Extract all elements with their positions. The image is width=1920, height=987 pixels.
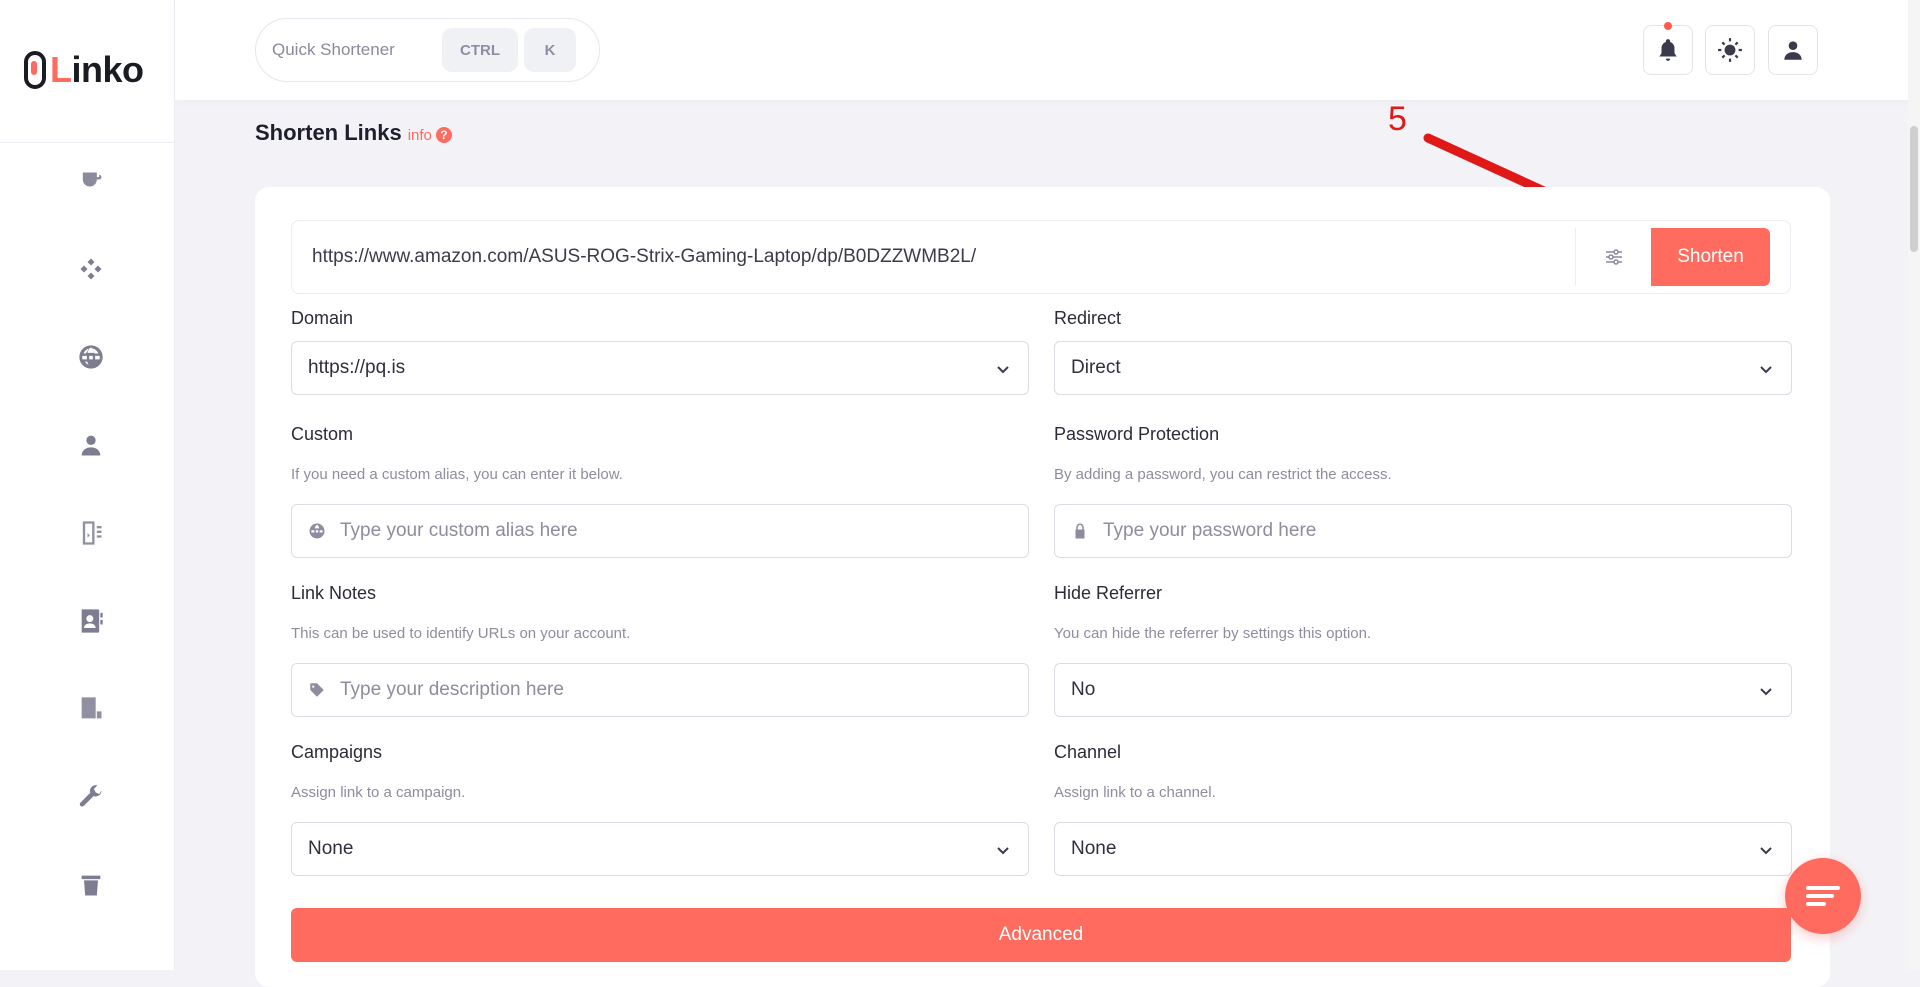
campaigns-label: Campaigns [291, 742, 383, 762]
redirect-select[interactable]: Direct [1054, 341, 1792, 395]
notes-placeholder: Type your description here [340, 679, 564, 700]
profile-button[interactable] [1768, 25, 1818, 75]
notes-label: Link Notes [291, 583, 377, 603]
notifications-button[interactable] [1643, 22, 1693, 75]
chevron-down-icon [997, 366, 1009, 374]
shorten-button[interactable]: Shorten [1651, 228, 1770, 286]
theme-toggle-button[interactable] [1705, 25, 1755, 75]
info-link[interactable]: info ? [408, 127, 452, 144]
url-input[interactable]: https://www.amazon.com/ASUS-ROG-Strix-Ga… [292, 246, 1575, 268]
referrer-label: Hide Referrer [1054, 583, 1163, 603]
notes-input[interactable]: Type your description here [291, 663, 1029, 717]
custom-label: Custom [291, 424, 354, 444]
page-title: Shorten Links info ? [255, 120, 452, 146]
domain-select[interactable]: https://pq.is [291, 341, 1029, 395]
bell-icon [1659, 39, 1677, 61]
sidebar-item-tools[interactable] [74, 780, 108, 814]
sidebar-item-report[interactable] [74, 516, 108, 550]
sidebar-item-globe[interactable] [74, 340, 108, 374]
logo-mark-icon [24, 51, 46, 89]
sidebar: Linko [0, 0, 175, 970]
user-icon [1784, 41, 1802, 60]
logo[interactable]: Linko [24, 48, 144, 92]
domain-value: https://pq.is [308, 357, 406, 378]
channel-select[interactable]: None [1054, 822, 1792, 876]
chevron-down-icon [997, 847, 1009, 855]
logo-text: Linko [50, 49, 144, 90]
annotation-step-number: 5 [1388, 100, 1407, 138]
chevron-down-icon [1760, 688, 1772, 696]
campaigns-value: None [308, 838, 354, 859]
sidebar-divider [0, 142, 175, 143]
password-placeholder: Type your password here [1103, 520, 1317, 541]
info-label: info [407, 126, 432, 144]
receipt-icon [81, 697, 102, 719]
tag-icon [310, 683, 324, 697]
channel-value: None [1071, 838, 1117, 859]
page-title-text: Shorten Links [255, 120, 402, 145]
user-icon [81, 435, 101, 456]
globe-icon [79, 345, 103, 369]
sidebar-item-user[interactable] [74, 428, 108, 462]
campaigns-help: Assign link to a campaign. [291, 784, 466, 801]
sidebar-item-trash[interactable] [74, 868, 108, 902]
globe-icon [309, 523, 325, 539]
domain-label: Domain [291, 308, 354, 328]
shorten-card: https://www.amazon.com/ASUS-ROG-Strix-Ga… [255, 187, 1830, 987]
sidebar-item-apps[interactable] [74, 252, 108, 286]
sliders-icon [1605, 249, 1622, 265]
channel-help: Assign link to a channel. [1054, 784, 1216, 801]
quick-shortener[interactable]: Quick Shortener CTRL K [255, 18, 600, 82]
campaigns-select[interactable]: None [291, 822, 1029, 876]
chevron-down-icon [1760, 366, 1772, 374]
sidebar-item-cup[interactable] [74, 166, 108, 200]
kbd-k: K [524, 28, 576, 72]
notes-help: This can be used to identify URLs on you… [291, 625, 631, 642]
custom-help: If you need a custom alias, you can ente… [291, 466, 623, 483]
channel-label: Channel [1054, 742, 1122, 762]
sidebar-item-receipts[interactable] [74, 692, 108, 726]
menu-icon [1806, 882, 1840, 910]
chevron-down-icon [1760, 847, 1772, 855]
info-badge: ? [435, 127, 452, 143]
custom-alias-placeholder: Type your custom alias here [340, 520, 578, 541]
password-help: By adding a password, you can restrict t… [1054, 466, 1392, 483]
trash-icon [81, 875, 101, 896]
referrer-value: No [1071, 679, 1096, 700]
password-input[interactable]: Type your password here [1054, 504, 1792, 558]
report-icon [82, 521, 102, 545]
page-scrollbar[interactable] [1908, 0, 1920, 970]
referrer-select[interactable]: No [1054, 663, 1792, 717]
notification-dot [1664, 22, 1672, 30]
options-button[interactable] [1575, 228, 1651, 286]
redirect-value: Direct [1071, 357, 1121, 378]
url-input-box[interactable]: https://www.amazon.com/ASUS-ROG-Strix-Ga… [291, 220, 1791, 294]
sun-icon [1718, 38, 1742, 62]
sidebar-item-contacts[interactable] [74, 604, 108, 638]
wrench-icon [79, 785, 102, 807]
scrollbar-thumb[interactable] [1910, 126, 1918, 252]
kbd-ctrl: CTRL [442, 28, 518, 72]
contact-icon [81, 609, 103, 633]
redirect-label: Redirect [1054, 308, 1122, 328]
password-label: Password Protection [1054, 424, 1220, 444]
lock-icon [1075, 523, 1085, 539]
cup-icon [82, 172, 102, 187]
custom-alias-input[interactable]: Type your custom alias here [291, 504, 1029, 558]
quick-shortener-label: Quick Shortener [272, 40, 395, 59]
apps-icon [80, 258, 102, 280]
menu-fab-button[interactable] [1785, 858, 1861, 934]
referrer-help: You can hide the referrer by settings th… [1054, 625, 1372, 642]
advanced-button[interactable]: Advanced [291, 908, 1791, 962]
topbar: Quick Shortener CTRL K [175, 0, 1910, 100]
